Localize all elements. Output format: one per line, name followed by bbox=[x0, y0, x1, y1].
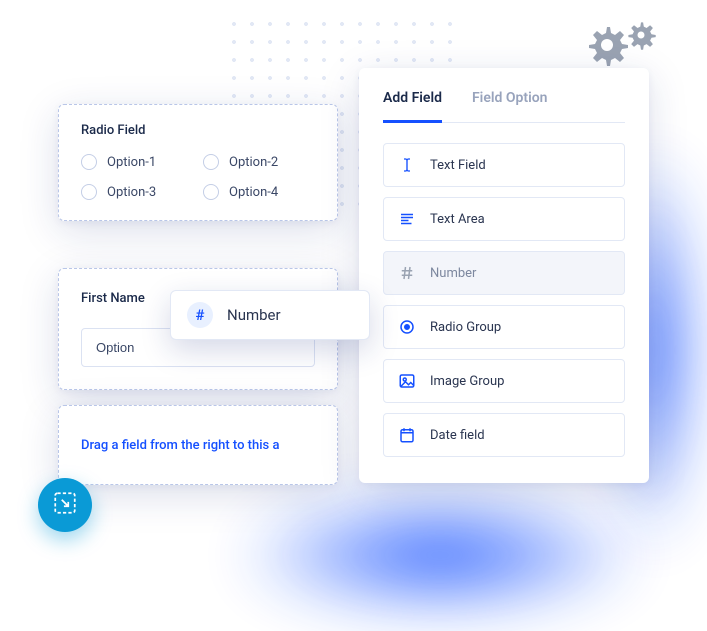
field-type-text-area[interactable]: Text Area bbox=[383, 197, 625, 241]
field-type-list: Text Field Text Area Number bbox=[383, 143, 625, 457]
tab-field-option[interactable]: Field Option bbox=[472, 90, 547, 123]
add-field-panel: Add Field Field Option Text Field Text A… bbox=[359, 68, 649, 483]
radio-circle-icon bbox=[81, 154, 97, 170]
panel-tabs: Add Field Field Option bbox=[383, 90, 625, 123]
resize-icon bbox=[52, 490, 78, 520]
radio-option[interactable]: Option-1 bbox=[81, 154, 193, 170]
radio-option[interactable]: Option-4 bbox=[203, 184, 315, 200]
radio-option[interactable]: Option-2 bbox=[203, 154, 315, 170]
field-type-label: Text Field bbox=[430, 158, 486, 173]
dragging-field-chip[interactable]: # Number bbox=[170, 290, 370, 340]
radio-option-label: Option-1 bbox=[107, 155, 156, 170]
dropzone[interactable]: Drag a field from the right to this a bbox=[58, 405, 338, 485]
field-type-date-field[interactable]: Date field bbox=[383, 413, 625, 457]
radio-icon bbox=[398, 318, 416, 336]
field-type-label: Radio Group bbox=[430, 320, 501, 335]
text-lines-icon bbox=[398, 210, 416, 228]
field-type-label: Image Group bbox=[430, 374, 504, 389]
field-type-number[interactable]: Number bbox=[383, 251, 625, 295]
field-type-label: Text Area bbox=[430, 212, 485, 227]
field-type-radio-group[interactable]: Radio Group bbox=[383, 305, 625, 349]
decorative-glow bbox=[230, 490, 650, 620]
radio-circle-icon bbox=[81, 184, 97, 200]
dragging-field-label: Number bbox=[227, 306, 281, 324]
field-type-text-field[interactable]: Text Field bbox=[383, 143, 625, 187]
calendar-icon bbox=[398, 426, 416, 444]
radio-field-title: Radio Field bbox=[81, 123, 315, 138]
resize-fab-button[interactable] bbox=[38, 478, 92, 532]
image-icon bbox=[398, 372, 416, 390]
hash-icon bbox=[398, 264, 416, 282]
radio-option-label: Option-2 bbox=[229, 155, 278, 170]
radio-field-card[interactable]: Radio Field Option-1 Option-2 Option-3 O… bbox=[58, 104, 338, 221]
radio-circle-icon bbox=[203, 184, 219, 200]
text-cursor-icon bbox=[398, 156, 416, 174]
radio-circle-icon bbox=[203, 154, 219, 170]
field-type-label: Number bbox=[430, 266, 476, 281]
radio-option[interactable]: Option-3 bbox=[81, 184, 193, 200]
radio-options: Option-1 Option-2 Option-3 Option-4 bbox=[81, 154, 315, 200]
radio-option-label: Option-3 bbox=[107, 185, 156, 200]
field-type-label: Date field bbox=[430, 428, 485, 443]
gears-icon bbox=[587, 20, 667, 70]
tab-add-field[interactable]: Add Field bbox=[383, 90, 442, 123]
radio-option-label: Option-4 bbox=[229, 185, 278, 200]
hash-icon: # bbox=[187, 302, 213, 328]
dropzone-text: Drag a field from the right to this a bbox=[81, 438, 279, 453]
field-type-image-group[interactable]: Image Group bbox=[383, 359, 625, 403]
